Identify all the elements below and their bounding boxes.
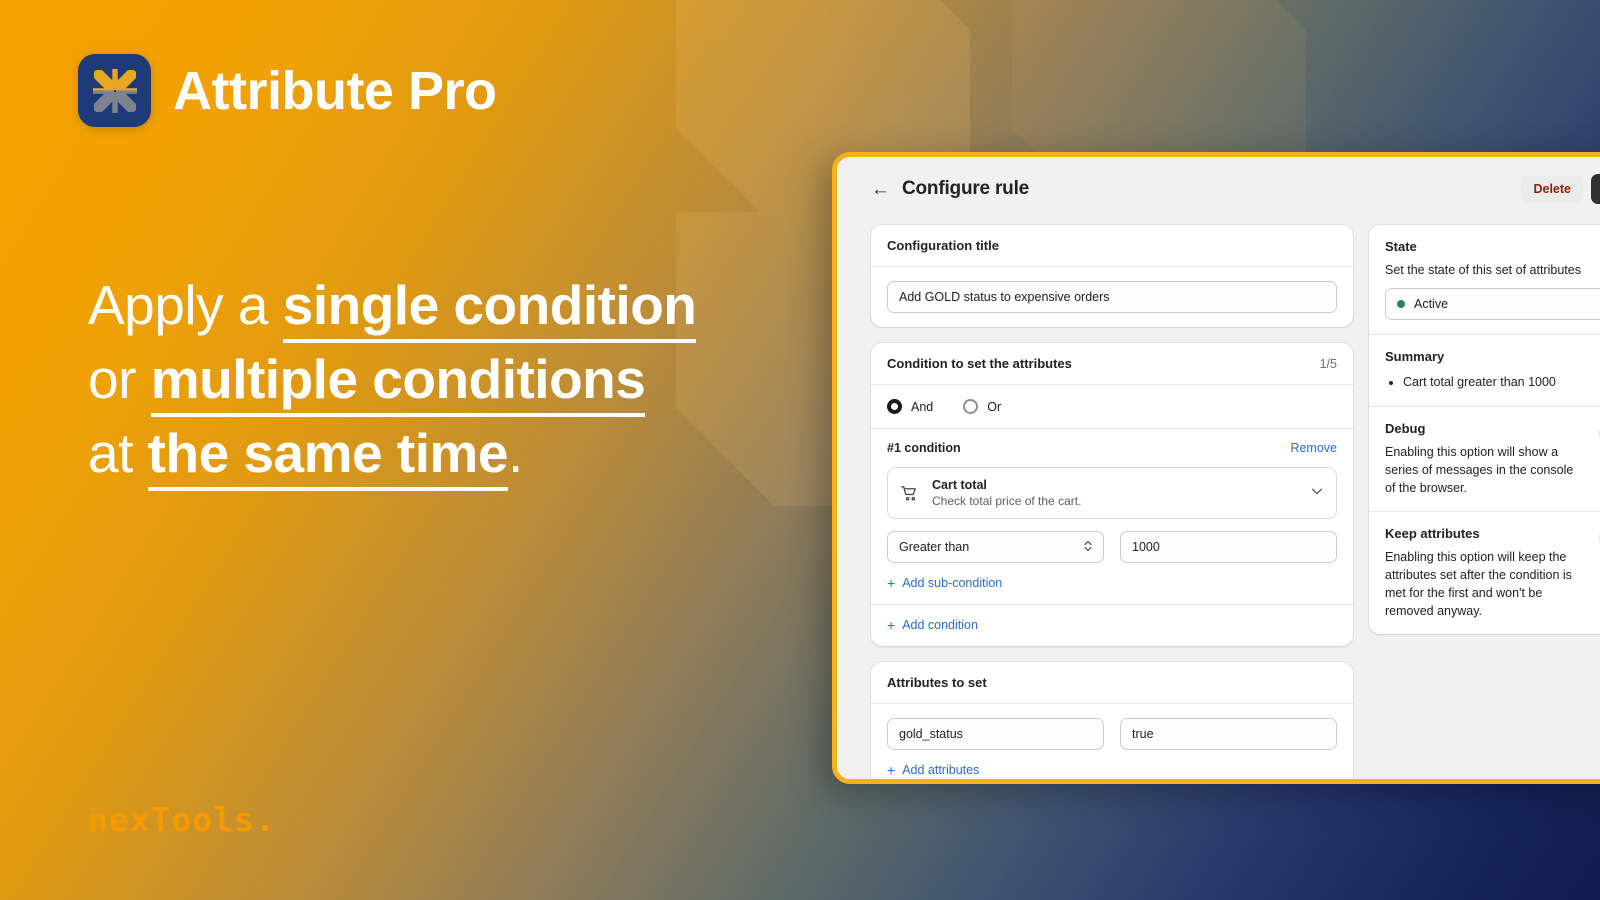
headline-line-1: Apply a single condition — [88, 268, 697, 343]
add-condition-button[interactable]: + Add condition — [871, 605, 1353, 646]
radio-and-icon — [887, 399, 902, 414]
attribute-value-wrap — [1120, 718, 1337, 750]
brand-header: Attribute Pro — [78, 54, 497, 127]
delete-button[interactable]: Delete — [1521, 176, 1583, 202]
condition-heading-label: Condition to set the attributes — [887, 356, 1072, 371]
operator-or-label: Or — [987, 399, 1002, 414]
topbar-actions: Delete — [1521, 174, 1600, 204]
headline-period: . — [507, 422, 523, 484]
condition-amount-input[interactable] — [1120, 531, 1337, 563]
arrow-left-icon[interactable]: ← — [871, 180, 890, 199]
condition-comparator-row — [871, 531, 1353, 563]
debug-description: Enabling this option will show a series … — [1385, 445, 1574, 495]
headline: Apply a single condition or multiple con… — [88, 268, 697, 491]
attribute-value-input[interactable] — [1120, 718, 1337, 750]
attribute-key-wrap — [887, 718, 1104, 750]
add-attributes-label: Add attributes — [902, 763, 980, 777]
configuration-title-heading: Configuration title — [887, 238, 999, 253]
app-window: ← Configure rule Delete Configuration ti… — [832, 152, 1600, 784]
summary-title: Summary — [1385, 349, 1445, 364]
add-attributes-button[interactable]: + Add attributes — [871, 750, 1353, 779]
keep-attributes-title: Keep attributes — [1385, 526, 1480, 541]
debug-section: Debug Enabling this option will show a s… — [1369, 407, 1600, 511]
headline-plain-3: at — [88, 422, 148, 484]
app-topbar: ← Configure rule Delete — [871, 169, 1600, 209]
attributes-row — [871, 704, 1353, 750]
operator-radio-or[interactable]: Or — [963, 399, 1001, 414]
operator-and-label: And — [911, 399, 934, 414]
condition-subhead: #1 condition Remove — [871, 429, 1353, 467]
app-logo — [78, 54, 151, 127]
headline-emph-1: single condition — [282, 274, 697, 343]
state-title: State — [1385, 239, 1417, 254]
plus-icon: + — [887, 617, 896, 633]
remove-condition-link[interactable]: Remove — [1290, 441, 1337, 455]
condition-card-heading: Condition to set the attributes 1/5 — [871, 343, 1353, 384]
configuration-title-input[interactable] — [887, 281, 1337, 313]
state-section: State Set the state of this set of attri… — [1369, 225, 1600, 334]
plus-icon: + — [887, 762, 896, 778]
attributes-card: Attributes to set + Add at — [871, 662, 1353, 779]
state-description: Set the state of this set of attributes — [1385, 263, 1581, 277]
radio-or-icon — [963, 399, 979, 414]
brand-name: Attribute Pro — [173, 60, 497, 121]
state-selected-value: Active — [1414, 297, 1449, 311]
condition-type-title: Cart total — [932, 478, 987, 492]
summary-section: Summary Cart total greater than 1000 — [1369, 335, 1600, 406]
chevron-down-icon — [1310, 484, 1324, 503]
operator-radio-and[interactable]: And — [887, 399, 933, 414]
nextools-wordmark: nexTools. — [88, 800, 276, 839]
keep-attributes-section: Keep attributes Enabling this option wil… — [1369, 512, 1600, 634]
debug-title: Debug — [1385, 421, 1426, 436]
shopping-cart-icon — [900, 484, 919, 503]
condition-counter: 1/5 — [1319, 356, 1337, 371]
list-item: Cart total greater than 1000 — [1403, 373, 1600, 392]
page-title: Configure rule — [902, 178, 1030, 199]
comparator-select-wrap — [887, 531, 1104, 563]
condition-type-description: Check total price of the cart. — [932, 494, 1082, 508]
configuration-title-card: Configuration title — [871, 225, 1353, 327]
condition-card: Condition to set the attributes 1/5 And — [871, 343, 1353, 646]
headline-line-2: or multiple conditions — [88, 342, 696, 417]
primary-action-button[interactable] — [1591, 174, 1600, 204]
add-sub-condition-button[interactable]: + Add sub-condition — [871, 563, 1353, 604]
headline-emph-3: the same time — [147, 422, 508, 491]
status-dot-icon — [1397, 300, 1405, 308]
sidebar-column: State Set the state of this set of attri… — [1369, 225, 1600, 779]
add-sub-condition-label: Add sub-condition — [902, 576, 1003, 590]
attribute-key-input[interactable] — [887, 718, 1104, 750]
converging-arrows-icon — [92, 68, 137, 113]
headline-line-3: at the same time. — [88, 416, 696, 491]
add-condition-label: Add condition — [902, 618, 978, 632]
headline-emph-2: multiple conditions — [150, 348, 646, 417]
sidebar-card: State Set the state of this set of attri… — [1369, 225, 1600, 634]
state-select[interactable]: Active — [1385, 288, 1600, 320]
operator-radio-group: And Or — [887, 399, 1337, 414]
condition-index-label: #1 condition — [887, 441, 961, 455]
headline-plain-1: Apply a — [88, 274, 283, 336]
condition-type-selector[interactable]: Cart total Check total price of the cart… — [887, 467, 1337, 519]
promo-banner: Attribute Pro Apply a single condition o… — [0, 0, 1600, 900]
comparator-select[interactable] — [887, 531, 1104, 563]
headline-plain-2: or — [88, 348, 151, 410]
main-column: Configuration title Condition to set the… — [871, 225, 1353, 779]
attributes-heading: Attributes to set — [887, 675, 987, 690]
keep-attributes-description: Enabling this option will keep the attri… — [1385, 550, 1572, 618]
amount-input-wrap — [1120, 531, 1337, 563]
plus-icon: + — [887, 575, 896, 591]
summary-list: Cart total greater than 1000 — [1385, 373, 1600, 392]
